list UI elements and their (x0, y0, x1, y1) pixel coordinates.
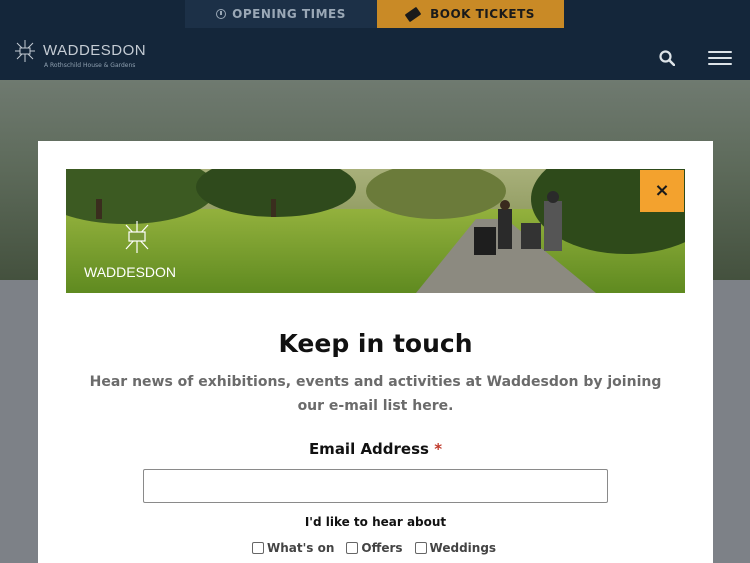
modal-intro-text: Hear news of exhibitions, events and act… (89, 374, 662, 414)
option-whats-on[interactable]: What's on (252, 541, 334, 555)
option-weddings[interactable]: Weddings (414, 541, 497, 555)
offers-label: Offers (361, 541, 403, 555)
waddesdon-logo-icon[interactable] (14, 38, 36, 64)
book-tickets-label: BOOK TICKETS (430, 7, 535, 21)
interest-options: What's on Offers Weddings (252, 541, 496, 555)
email-field-label: Email Address * (38, 440, 713, 458)
logo-subtitle: A Rothschild House & Gardens (44, 62, 136, 69)
modal-title: Keep in touch (278, 329, 473, 358)
banner-logo-text: WADDESDON (84, 264, 176, 280)
newsletter-modal: WADDESDON × Keep in touch Hear news of e… (38, 141, 713, 563)
close-button[interactable]: × (640, 170, 684, 212)
opening-times-label: OPENING TIMES (232, 7, 346, 21)
logo-title[interactable]: WADDESDON (43, 42, 146, 59)
option-offers[interactable]: Offers (346, 541, 403, 555)
search-icon[interactable] (659, 50, 675, 66)
whats-on-checkbox[interactable] (252, 542, 264, 554)
close-icon: × (654, 180, 670, 201)
required-marker: * (434, 440, 443, 458)
weddings-label: Weddings (429, 541, 497, 555)
weddings-checkbox[interactable] (414, 542, 427, 554)
banner-image: WADDESDON (66, 169, 685, 293)
ticket-icon (404, 6, 422, 22)
hamburger-menu-icon[interactable] (708, 51, 732, 65)
offers-checkbox[interactable] (346, 542, 359, 554)
site-header: WADDESDON A Rothschild House & Gardens (0, 28, 750, 80)
hear-about-label: I'd like to hear about (304, 515, 447, 529)
utility-bar: OPENING TIMES BOOK TICKETS (0, 0, 750, 28)
opening-times-button[interactable]: OPENING TIMES (185, 0, 377, 28)
email-label-text: Email Address (308, 440, 429, 458)
whats-on-label: What's on (267, 541, 335, 555)
clock-icon (216, 9, 227, 19)
email-field[interactable] (143, 469, 608, 503)
book-tickets-button[interactable]: BOOK TICKETS (377, 0, 564, 28)
